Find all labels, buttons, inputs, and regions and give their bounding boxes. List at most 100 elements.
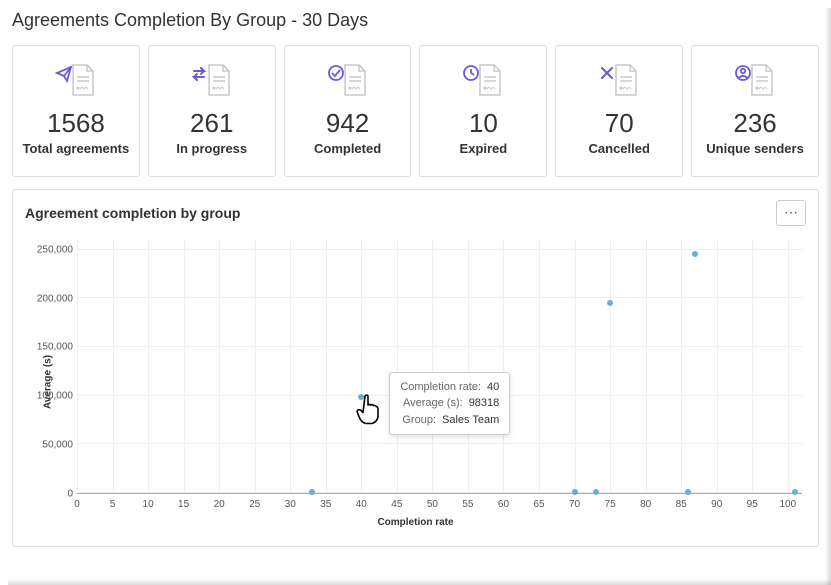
gridline-vertical: [432, 240, 433, 493]
x-tick-label: 45: [391, 499, 402, 510]
summary-cards-row: 1568 Total agreements 261 In progress 94…: [12, 45, 819, 177]
stat-value: 1568: [19, 108, 133, 139]
chart-title: Agreement completion by group: [25, 205, 240, 221]
stat-card-completed[interactable]: 942 Completed: [284, 45, 412, 177]
data-point[interactable]: [692, 251, 698, 257]
data-point[interactable]: [593, 489, 599, 495]
pointer-cursor-icon: [355, 393, 385, 427]
sender-icon: [698, 60, 812, 100]
x-tick-label: 30: [285, 499, 296, 510]
stat-label: Cancelled: [562, 141, 676, 158]
stat-label: Completed: [291, 141, 405, 158]
gridline-vertical: [77, 240, 78, 493]
gridline-vertical: [113, 240, 114, 493]
stat-card-expired[interactable]: 10 Expired: [419, 45, 547, 177]
chart-more-menu[interactable]: ⋯: [776, 200, 806, 226]
y-tick-label: 150,000: [33, 342, 73, 353]
tooltip-value: 98318: [469, 397, 500, 409]
data-point[interactable]: [309, 489, 315, 495]
gridline-horizontal: [77, 249, 802, 250]
gridline-horizontal: [77, 346, 802, 347]
x-tick-label: 10: [143, 499, 154, 510]
x-tick-label: 60: [498, 499, 509, 510]
page-title: Agreements Completion By Group - 30 Days: [12, 10, 819, 31]
gridline-vertical: [717, 240, 718, 493]
stat-value: 10: [426, 108, 540, 139]
gridline-vertical: [361, 240, 362, 493]
tooltip-value: 40: [487, 381, 499, 393]
scatter-plot[interactable]: Completion rate: 40 Average (s): 98318 Gro…: [77, 240, 802, 494]
data-point[interactable]: [572, 489, 578, 495]
y-tick-label: 100,000: [33, 391, 73, 402]
x-tick-label: 0: [74, 499, 80, 510]
gridline-vertical: [290, 240, 291, 493]
gridline-vertical: [646, 240, 647, 493]
x-tick-label: 70: [569, 499, 580, 510]
tooltip-label: Completion rate:: [400, 381, 481, 393]
completed-icon: [291, 60, 405, 100]
tooltip-label: Group:: [402, 414, 436, 426]
x-tick-label: 100: [779, 499, 796, 510]
x-tick-label: 20: [214, 499, 225, 510]
decorative-shadow: [825, 8, 831, 585]
stat-label: Total agreements: [19, 141, 133, 158]
gridline-horizontal: [77, 297, 802, 298]
gridline-vertical: [326, 240, 327, 493]
progress-icon: [155, 60, 269, 100]
ellipsis-icon: ⋯: [784, 204, 798, 221]
cancelled-icon: [562, 60, 676, 100]
x-tick-label: 95: [747, 499, 758, 510]
tooltip-label: Average (s):: [403, 397, 463, 409]
x-tick-label: 85: [676, 499, 687, 510]
stat-label: Unique senders: [698, 141, 812, 158]
expired-icon: [426, 60, 540, 100]
gridline-vertical: [752, 240, 753, 493]
gridline-vertical: [219, 240, 220, 493]
data-point[interactable]: [607, 300, 613, 306]
send-icon: [19, 60, 133, 100]
gridline-vertical: [610, 240, 611, 493]
gridline-horizontal: [77, 492, 802, 493]
stat-label: Expired: [426, 141, 540, 158]
gridline-vertical: [681, 240, 682, 493]
gridline-horizontal: [77, 443, 802, 444]
y-tick-label: 250,000: [33, 244, 73, 255]
chart-area: Average (s) Completion rate Completion r…: [25, 232, 806, 532]
gridline-vertical: [255, 240, 256, 493]
x-tick-label: 50: [427, 499, 438, 510]
gridline-vertical: [184, 240, 185, 493]
stat-value: 236: [698, 108, 812, 139]
stat-value: 261: [155, 108, 269, 139]
gridline-vertical: [575, 240, 576, 493]
stat-label: In progress: [155, 141, 269, 158]
x-tick-label: 35: [320, 499, 331, 510]
stat-card-send[interactable]: 1568 Total agreements: [12, 45, 140, 177]
x-axis-label: Completion rate: [377, 517, 453, 528]
gridline-vertical: [503, 240, 504, 493]
stat-card-progress[interactable]: 261 In progress: [148, 45, 276, 177]
gridline-vertical: [468, 240, 469, 493]
x-tick-label: 5: [110, 499, 116, 510]
data-point[interactable]: [792, 489, 798, 495]
y-tick-label: 0: [33, 488, 73, 499]
gridline-vertical: [148, 240, 149, 493]
y-tick-label: 50,000: [33, 440, 73, 451]
x-tick-label: 80: [640, 499, 651, 510]
gridline-vertical: [539, 240, 540, 493]
gridline-vertical: [788, 240, 789, 493]
x-tick-label: 25: [249, 499, 260, 510]
x-tick-label: 55: [462, 499, 473, 510]
data-tooltip: Completion rate: 40 Average (s): 98318 Gro…: [389, 372, 510, 436]
decorative-shadow: [8, 579, 831, 585]
y-tick-label: 200,000: [33, 293, 73, 304]
x-tick-label: 15: [178, 499, 189, 510]
stat-card-cancelled[interactable]: 70 Cancelled: [555, 45, 683, 177]
stat-value: 70: [562, 108, 676, 139]
gridline-vertical: [397, 240, 398, 493]
chart-panel: Agreement completion by group ⋯ Average …: [12, 189, 819, 547]
x-tick-label: 65: [533, 499, 544, 510]
stat-card-sender[interactable]: 236 Unique senders: [691, 45, 819, 177]
x-tick-label: 75: [605, 499, 616, 510]
x-tick-label: 90: [711, 499, 722, 510]
data-point[interactable]: [685, 489, 691, 495]
